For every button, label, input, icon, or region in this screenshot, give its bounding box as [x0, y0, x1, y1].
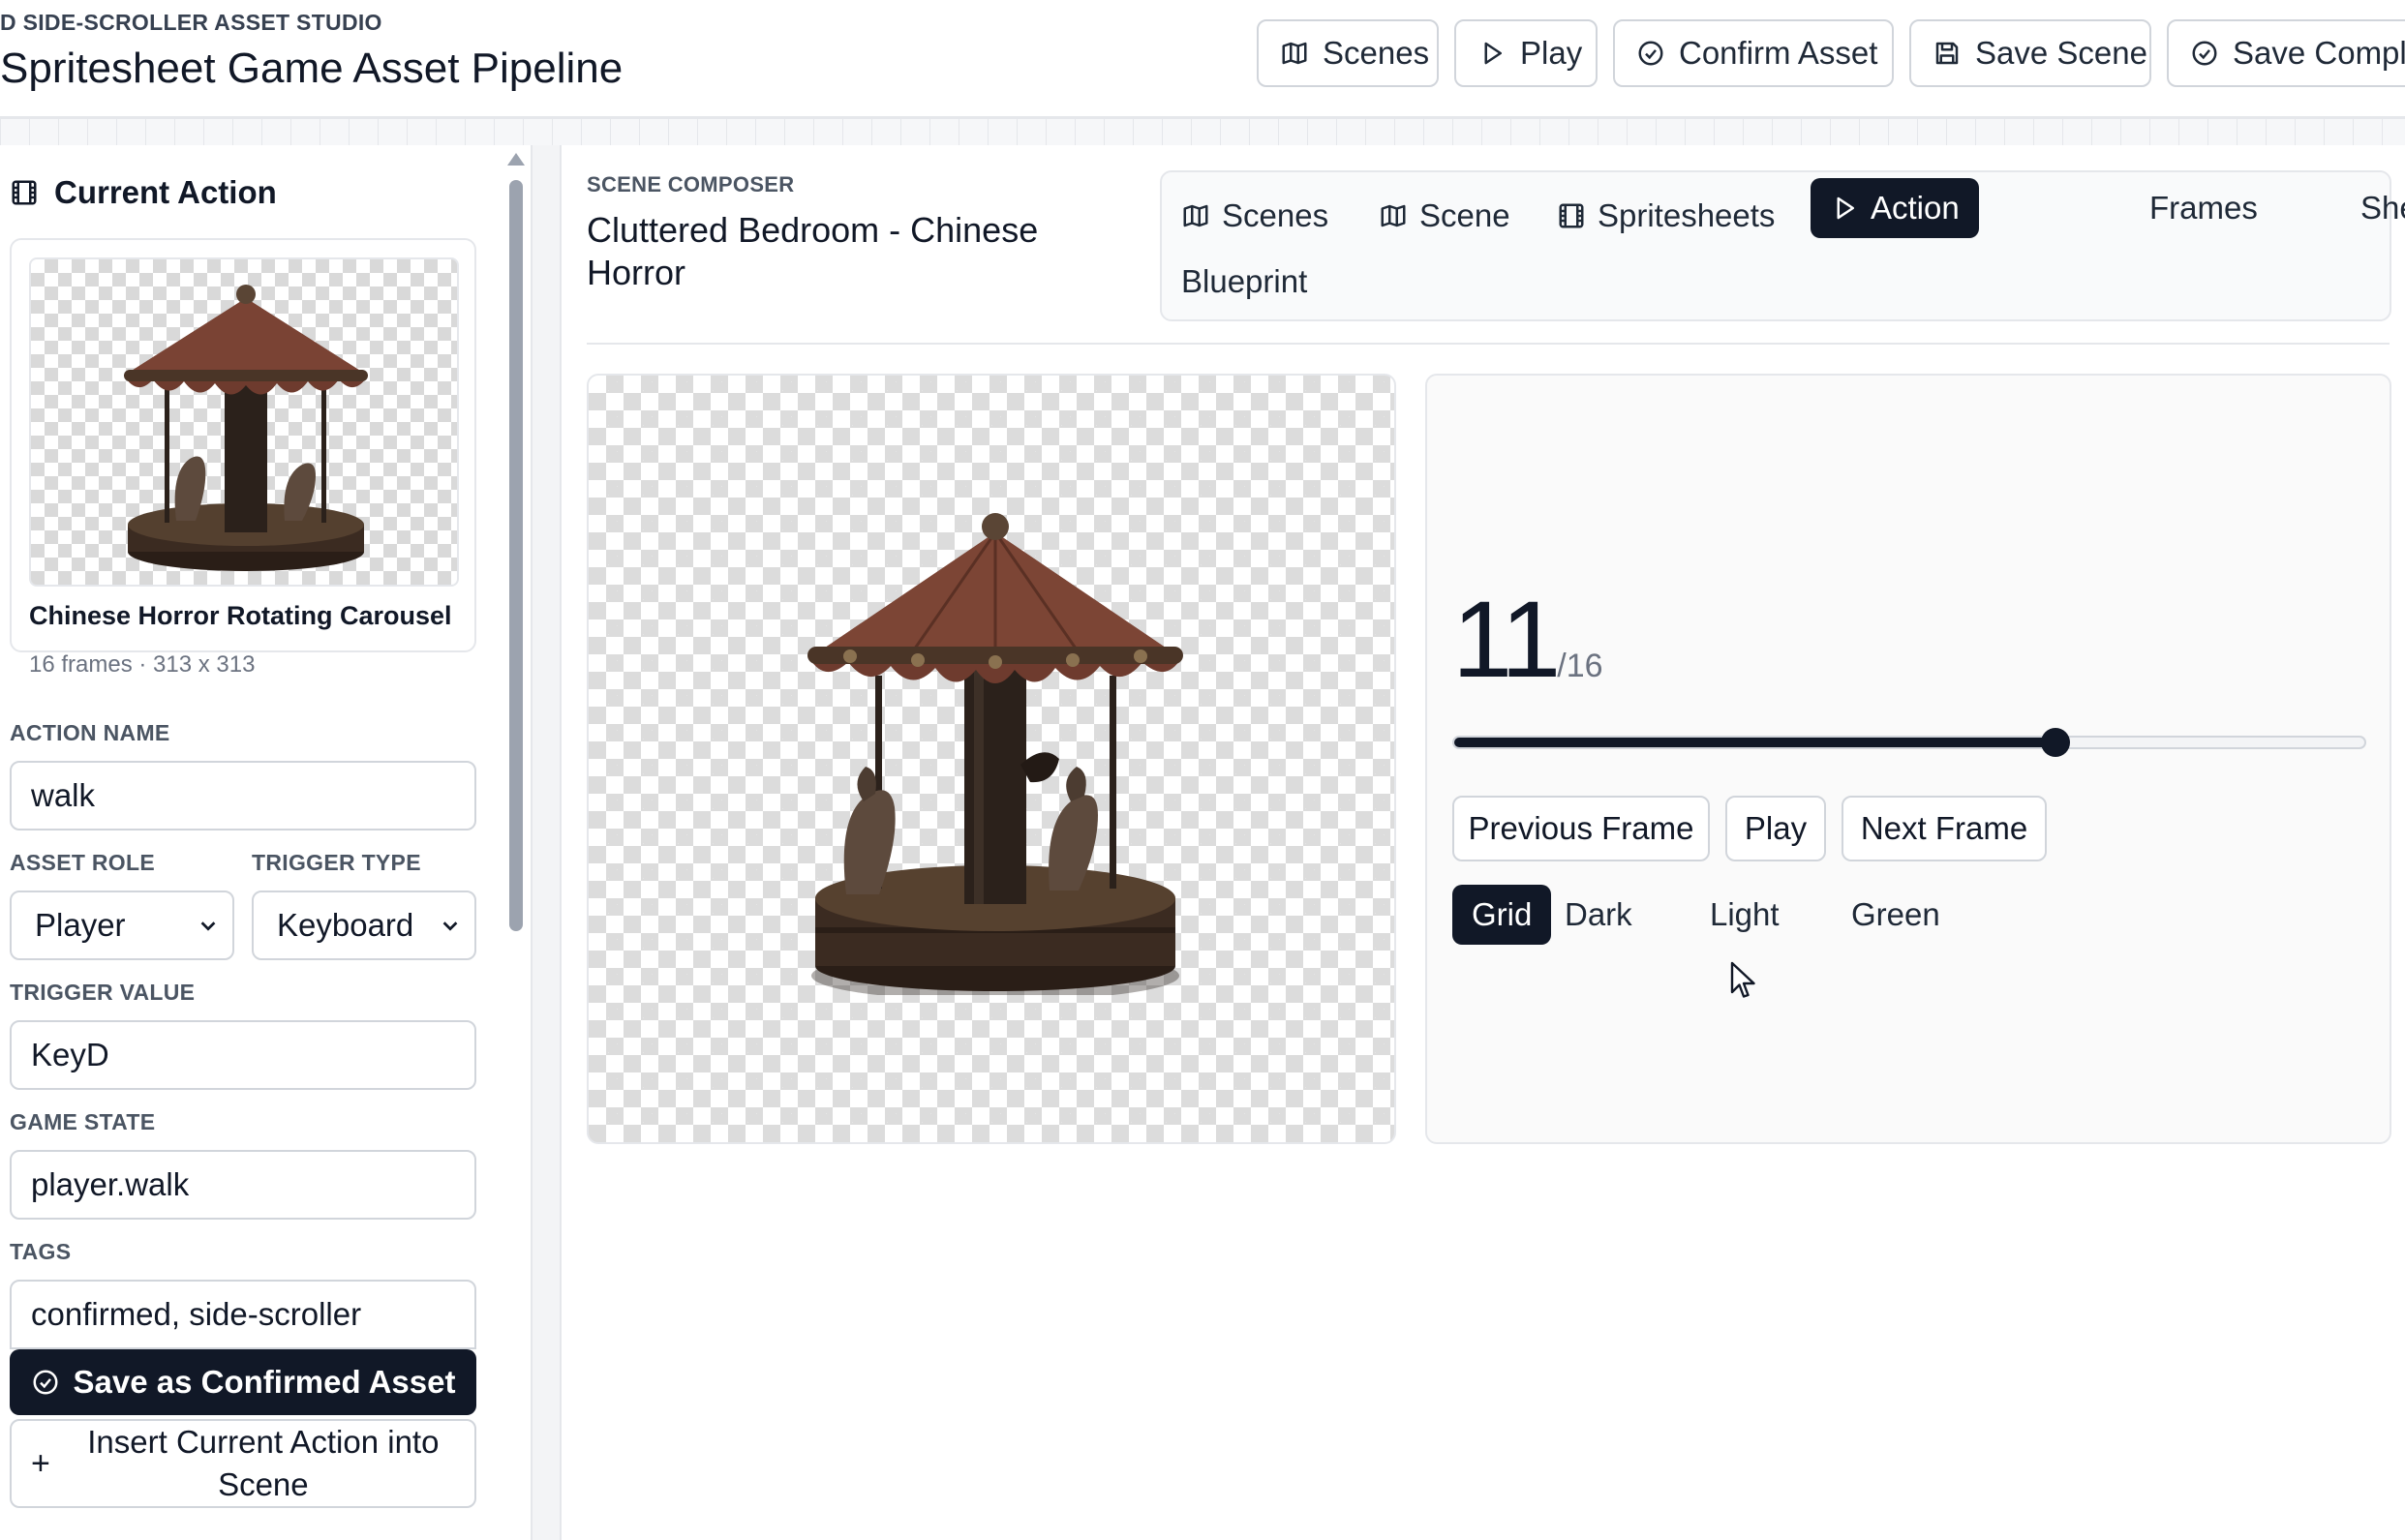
save-complete-button[interactable]: Save Comple — [2167, 19, 2405, 87]
sidebar: Current Action Chinese Horror Rotating C… — [0, 145, 533, 1540]
trigger-type-select[interactable]: Keyboard — [252, 891, 476, 960]
current-action-heading: Current Action — [10, 174, 277, 211]
asset-role-select[interactable]: Player — [10, 891, 234, 960]
insert-action-button[interactable]: + Insert Current Action into Scene — [10, 1419, 476, 1508]
trigger-value-label: TRIGGER VALUE — [10, 980, 196, 1005]
scenes-button[interactable]: Scenes — [1257, 19, 1439, 87]
tab-frames-label: Frames — [2149, 190, 2258, 226]
tab-sheet-label: Sheet — [2360, 190, 2405, 226]
next-frame-button[interactable]: Next Frame — [1842, 796, 2047, 861]
save-icon — [1933, 39, 1962, 68]
background-dark-option[interactable]: Dark — [1545, 885, 1652, 945]
tab-scenes-label: Scenes — [1222, 197, 1329, 233]
tab-scenes[interactable]: Scenes — [1162, 186, 1348, 246]
map-icon — [1379, 201, 1408, 230]
app-eyebrow: D SIDE-SCROLLER ASSET STUDIO — [0, 10, 382, 35]
asset-name: Chinese Horror Rotating Carousel — [29, 601, 452, 630]
tab-blueprint-label: Blueprint — [1181, 263, 1308, 299]
tab-scene-label: Scene — [1419, 197, 1510, 233]
confirm-asset-button-label: Confirm Asset — [1679, 35, 1878, 71]
playback-controls: 11/16 Previous Frame Play Next Frame Gri… — [1425, 374, 2391, 1144]
tab-blueprint[interactable]: Blueprint — [1162, 252, 1326, 312]
composer-divider — [587, 343, 2390, 345]
previous-frame-button[interactable]: Previous Frame — [1452, 796, 1710, 861]
chevron-down-icon — [440, 915, 461, 936]
frame-counter: 11/16 — [1452, 577, 1603, 702]
confirm-asset-button[interactable]: Confirm Asset — [1613, 19, 1894, 87]
check-circle-icon — [1636, 39, 1665, 68]
background-light-option[interactable]: Light — [1690, 885, 1799, 945]
carousel-thumbnail-image — [124, 285, 368, 571]
play-button-label: Play — [1520, 35, 1583, 71]
scroll-up-arrow-icon[interactable] — [507, 153, 525, 166]
sidebar-scroll-thumb[interactable] — [509, 180, 523, 931]
tab-spritesheets-label: Spritesheets — [1598, 197, 1776, 233]
composer-tabs: Scenes Scene Spritesheets Action Frames … — [1160, 170, 2405, 321]
sprite-preview — [587, 374, 1396, 1144]
mouse-cursor-icon — [1730, 961, 1755, 998]
current-frame: 11 — [1452, 579, 1561, 700]
background-green-option[interactable]: Green — [1832, 885, 1960, 945]
canvas-grid-strip — [0, 118, 2405, 145]
map-icon — [1280, 39, 1309, 68]
play-button[interactable]: Play — [1454, 19, 1598, 87]
scene-composer-panel: SCENE COMPOSER Cluttered Bedroom - Chine… — [560, 145, 2405, 1540]
tab-scene[interactable]: Scene — [1359, 186, 1530, 246]
trigger-type-label: TRIGGER TYPE — [252, 850, 421, 875]
background-grid-option[interactable]: Grid — [1452, 885, 1552, 945]
tab-action[interactable]: Action — [1811, 178, 1979, 238]
frame-slider-handle[interactable] — [2041, 728, 2071, 757]
save-scene-button-label: Save Scene — [1975, 35, 2147, 71]
asset-role-value: Player — [35, 907, 126, 943]
map-icon — [1181, 201, 1210, 230]
asset-card[interactable]: Chinese Horror Rotating Carousel 16 fram… — [10, 238, 476, 678]
plus-icon: + — [31, 1444, 50, 1482]
play-icon — [1830, 194, 1859, 223]
check-circle-icon — [2190, 39, 2219, 68]
tab-action-label: Action — [1871, 190, 1960, 226]
save-complete-button-label: Save Comple — [2233, 35, 2405, 71]
total-frames: /16 — [1557, 648, 1603, 684]
frame-slider-fill — [1454, 738, 2055, 747]
composer-eyebrow: SCENE COMPOSER — [587, 172, 795, 196]
tags-input[interactable]: confirmed, side-scroller — [10, 1280, 476, 1349]
game-state-label: GAME STATE — [10, 1109, 156, 1134]
asset-thumbnail — [29, 257, 459, 587]
asset-role-label: ASSET ROLE — [10, 850, 155, 875]
tab-sheet[interactable]: Sheet — [2341, 178, 2405, 238]
game-state-input[interactable]: player.walk — [10, 1150, 476, 1220]
trigger-type-value: Keyboard — [277, 907, 414, 943]
check-circle-icon — [31, 1368, 60, 1397]
frame-slider[interactable] — [1452, 736, 2366, 749]
tags-label: TAGS — [10, 1239, 72, 1264]
carousel-sprite-frame — [807, 513, 1183, 995]
scenes-button-label: Scenes — [1323, 35, 1430, 71]
tab-spritesheets[interactable]: Spritesheets — [1537, 186, 1794, 246]
play-frames-button[interactable]: Play — [1725, 796, 1826, 861]
tab-frames[interactable]: Frames — [2130, 178, 2277, 238]
play-icon — [1477, 39, 1507, 68]
insert-action-label: Insert Current Action into Scene — [87, 1424, 440, 1502]
scene-title: Cluttered Bedroom - Chinese Horror — [587, 210, 1039, 292]
trigger-value-input[interactable]: KeyD — [10, 1020, 476, 1090]
save-confirmed-asset-label: Save as Confirmed Asset — [73, 1364, 456, 1400]
app-title: Spritesheet Game Asset Pipeline — [0, 45, 624, 92]
chevron-down-icon — [198, 915, 219, 936]
film-icon — [1557, 201, 1586, 230]
save-confirmed-asset-button[interactable]: Save as Confirmed Asset — [10, 1349, 476, 1415]
film-icon — [10, 178, 39, 207]
asset-meta: 16 frames · 313 x 313 — [29, 651, 256, 678]
save-scene-button[interactable]: Save Scene — [1909, 19, 2151, 87]
action-name-input[interactable]: walk — [10, 761, 476, 830]
top-header: D SIDE-SCROLLER ASSET STUDIO Spritesheet… — [0, 0, 2405, 118]
current-action-title: Current Action — [54, 174, 277, 210]
action-name-label: ACTION NAME — [10, 720, 170, 745]
